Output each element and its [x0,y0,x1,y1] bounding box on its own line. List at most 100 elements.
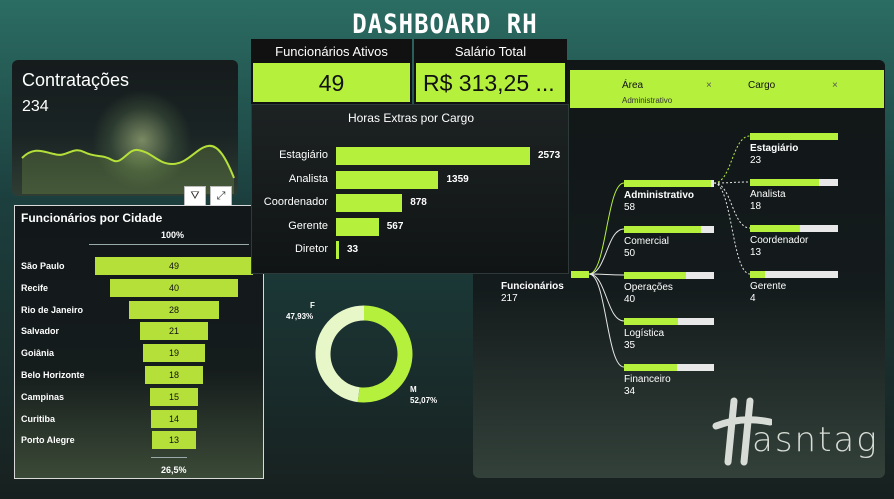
donut-slice-f[interactable] [315,305,365,403]
city-bar[interactable]: 40 [109,278,239,297]
kpi-salario-total[interactable]: Salário Total R$ 313,25 ... [414,39,567,104]
tree-node-fill [750,225,801,232]
tree-root-label: Funcionários [501,281,564,292]
focus-mode-icon[interactable]: ⤢ [210,186,232,206]
city-name: Rio de Janeiro [21,304,84,315]
city-bar[interactable]: 13 [152,431,196,450]
city-name: Salvador [21,326,60,337]
city-row[interactable]: Recife 40 [15,278,265,298]
horas-cargo-label: Diretor [294,243,328,255]
horas-row[interactable]: Gerente 567 [252,217,570,237]
tree-area-node[interactable]: Administrativo 58 [624,180,714,214]
horas-extras-panel[interactable]: Horas Extras por Cargo Estagiário 2573 Ana… [251,104,569,274]
tree-connector [588,273,625,276]
tree-node-label: Analista [750,189,786,200]
hashtag-logo: asntag [712,396,882,466]
horas-row[interactable]: Diretor 33 [252,240,570,260]
tree-node-label: Operações [624,282,673,293]
city-bar[interactable]: 15 [149,387,199,406]
city-row[interactable]: Porto Alegre 13 [15,430,265,450]
tree-connector [588,273,625,322]
kpi-funcionarios-ativos[interactable]: Funcionários Ativos 49 [251,39,412,104]
tree-connector [713,135,751,184]
horas-row[interactable]: Analista 1359 [252,170,570,190]
tree-node-fill [624,226,702,233]
tree-connector [588,273,625,368]
tree-cargo-node[interactable]: Analista 18 [750,179,838,213]
city-bar[interactable]: 28 [128,300,220,319]
horas-value-label: 1359 [446,173,469,185]
chip-area-close-icon[interactable]: × [706,80,712,91]
tree-node-fill [624,318,678,325]
tree-area-node[interactable]: Financeiro 34 [624,364,714,398]
tree-node-fill [624,180,712,187]
city-bar[interactable]: 19 [143,344,205,363]
horas-bar[interactable] [336,170,439,189]
horas-bar[interactable] [336,241,339,259]
tree-connector [713,182,751,275]
contratacoes-label: Contratações [22,70,130,90]
tree-connector [713,181,751,184]
donut-slice-m[interactable] [357,305,413,403]
city-bar[interactable]: 21 [140,322,208,341]
horas-title: Horas Extras por Cargo [347,111,475,125]
chip-cargo-close-icon[interactable]: × [832,80,838,91]
horas-value-label: 2573 [538,150,561,161]
city-row[interactable]: São Paulo 49 [15,256,265,276]
city-name: Recife [21,282,49,293]
city-row[interactable]: Curitiba 14 [15,409,265,429]
horas-bar[interactable] [336,147,530,165]
tree-cargo-node[interactable]: Gerente 4 [750,271,838,305]
tree-area-node[interactable]: Logística 35 [624,318,714,352]
funnel-scale-line [89,244,249,245]
horas-value-label: 878 [410,197,427,208]
tree-node-fill [571,271,589,278]
funnel-top-percent: 100% [161,230,185,240]
contratacoes-card[interactable]: Contratações 234 [12,60,238,196]
tree-area-node[interactable]: Comercial 50 [624,226,714,260]
horas-row[interactable]: Estagiário 2573 [252,146,570,166]
tree-node-label: Coordenador [750,235,809,246]
tree-root-node[interactable]: Funcionários 217 [501,271,589,305]
city-bar[interactable]: 14 [151,409,197,428]
filter-icon[interactable]: ⛛ [184,186,206,206]
city-name: Campinas [21,391,65,402]
horas-bar[interactable] [336,217,379,236]
horas-row[interactable]: Coordenador 878 [252,193,570,213]
tree-cargo-node[interactable]: Estagiário 23 [750,133,838,167]
chip-area-value: Administrativo [622,96,673,105]
tree-cargo-node[interactable]: Coordenador 13 [750,225,838,259]
tree-node-fill [624,272,687,279]
tree-node-value: 18 [750,201,762,212]
city-row[interactable]: Goiânia 19 [15,343,265,363]
donut-pct-m: 52,07% [410,396,438,405]
city-name: São Paulo [21,261,65,271]
city-name: Porto Alegre [21,435,75,446]
tree-node-label: Comercial [624,236,670,247]
kpi-salario-label: Salário Total [416,41,565,63]
tree-node-label: Financeiro [624,374,671,385]
kpi-ativos-label: Funcionários Ativos [253,41,410,63]
tree-root-value: 217 [501,293,518,304]
city-bar[interactable]: 18 [144,366,203,384]
city-bar[interactable]: 49 [95,257,253,275]
horas-value-label: 567 [386,220,404,232]
horas-bar[interactable] [336,194,403,212]
city-name: Curitiba [21,413,56,424]
tree-connector [588,182,625,275]
horas-cargo-label: Estagiário [279,149,328,161]
city-row[interactable]: Belo Horizonte 18 [15,365,265,385]
tree-node-fill [750,271,765,278]
city-row[interactable]: Rio de Janeiro 28 [15,300,265,320]
city-row[interactable]: Salvador 21 [15,321,265,341]
city-row[interactable]: Campinas 15 [15,387,265,407]
tree-node-label: Estagiário [750,143,799,154]
horas-value-label: 33 [347,244,359,255]
tree-area-node[interactable]: Operações 40 [624,272,714,306]
tree-node-fill [750,179,819,186]
tree-node-fill [750,133,838,140]
horas-cargo-label: Coordenador [263,196,328,208]
kpi-ativos-value: 49 [318,70,345,96]
funcionarios-por-cidade-panel[interactable]: Funcionários por Cidade 100% São Paulo 49… [14,205,264,479]
funnel-bottom-percent: 26,5% [161,465,187,475]
